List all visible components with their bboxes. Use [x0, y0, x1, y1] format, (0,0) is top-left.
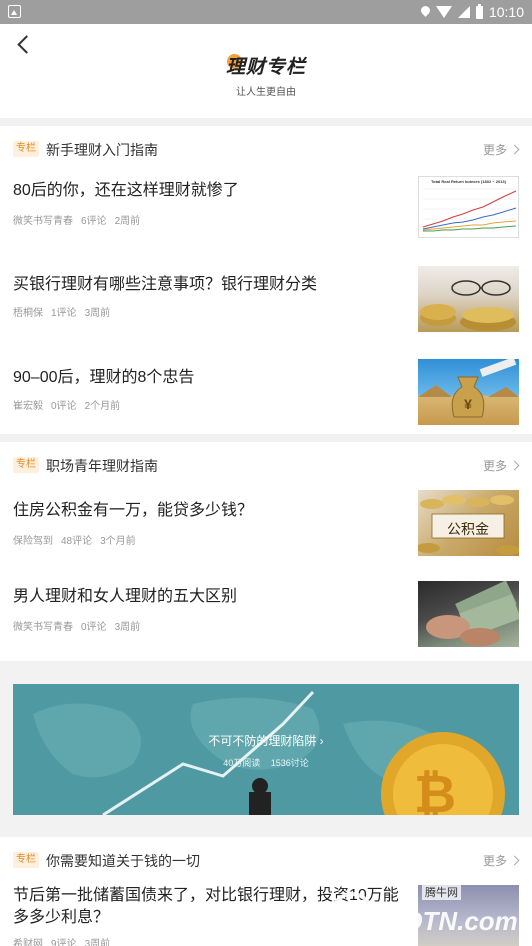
image-notification-icon [8, 5, 21, 18]
article-comments: 6评论 [81, 216, 107, 227]
signal-icon [457, 6, 470, 18]
article-title: 90–00后，理财的8个忠告 [13, 369, 195, 386]
watermark-brand: 腾牛网 [422, 884, 461, 900]
article-title: 住房公积金有一万，能贷多少钱？ [13, 502, 254, 519]
article-comments: 0评论 [51, 401, 77, 412]
svg-text:₿: ₿ [414, 766, 456, 815]
article-thumbnail-cash [418, 581, 519, 647]
section-title: 职场青年理财指南 [46, 458, 158, 474]
column-section-2: 专栏 职场青年理财指南 更多 住房公积金有一万，能贷多少钱？ 保险驾到 48评论… [0, 442, 532, 661]
article-meta: 保险驾到 48评论 3个月前 [13, 532, 136, 547]
page-subtitle: 让人生更自由 [236, 87, 296, 98]
article-item[interactable]: 男人理财和女人理财的五大区别 微笑书写青春 0评论 3周前 [0, 578, 532, 661]
article-title: 男人理财和女人理财的五大区别 [13, 588, 238, 605]
more-link[interactable]: 更多 [483, 457, 520, 474]
section-title: 你需要知道关于钱的一切 [46, 853, 200, 869]
article-thumbnail-housing-fund: 公积金 [418, 490, 519, 556]
banner-discussions: 1536讨论 [270, 758, 309, 768]
article-item[interactable]: 80后的你，还在这样理财就惨了 微笑书写青春 6评论 2周前 Total Rea… [0, 172, 532, 258]
article-item[interactable]: 买银行理财有哪些注意事项？银行理财分类 梧桐保 1评论 3周前 [0, 258, 532, 351]
page-header: 理财专栏 让人生更自由 [0, 24, 532, 118]
svg-text:¥: ¥ [464, 396, 472, 412]
section-title: 新手理财入门指南 [46, 142, 158, 158]
article-item[interactable]: 住房公积金有一万，能贷多少钱？ 保险驾到 48评论 3个月前 公积金 [0, 488, 532, 578]
article-title: 80后的你，还在这样理财就惨了 [13, 182, 239, 199]
article-thumbnail-money-bag: ¥ [418, 359, 519, 425]
location-icon [421, 6, 430, 18]
watermark-site: QQTN.com [382, 906, 518, 936]
article-time: 2个月前 [84, 401, 121, 412]
site-watermark: 腾牛网 QQTN.com [312, 876, 532, 946]
section-header: 专栏 职场青年理财指南 更多 [0, 442, 532, 488]
featured-banner[interactable]: ₿ 不可不防的理财陷阱 › 40万阅读 1536讨论 [13, 684, 519, 815]
wifi-icon [435, 6, 452, 18]
article-meta: 梧桐保 1评论 3周前 [13, 304, 110, 319]
more-link[interactable]: 更多 [483, 852, 520, 869]
article-thumbnail-coins [418, 266, 519, 332]
banner-title: 不可不防的理财陷阱 › [208, 734, 324, 748]
article-meta: 崔宏毅 0评论 2个月前 [13, 397, 120, 412]
article-item[interactable]: 90–00后，理财的8个忠告 崔宏毅 0评论 2个月前 ¥ [0, 351, 532, 434]
article-comments: 0评论 [81, 622, 107, 633]
article-meta: 微笑书写青春 0评论 3周前 [13, 618, 140, 633]
article-time: 3周前 [114, 622, 141, 633]
battery-icon [475, 3, 483, 19]
article-author: 保险驾到 [13, 536, 53, 547]
article-meta: 微笑书写青春 6评论 2周前 [13, 212, 140, 227]
column-section-1: 专栏 新手理财入门指南 更多 80后的你，还在这样理财就惨了 微笑书写青春 6评… [0, 126, 532, 434]
article-author: 微笑书写青春 [13, 622, 73, 633]
article-time: 3个月前 [100, 536, 136, 547]
article-comments: 1评论 [51, 308, 77, 319]
article-title: 买银行理财有哪些注意事项？银行理财分类 [13, 276, 318, 293]
article-author: 微笑书写青春 [13, 216, 73, 227]
thumbnail-label: 公积金 [447, 521, 489, 537]
more-link[interactable]: 更多 [483, 141, 520, 158]
article-comments: 9评论 [51, 939, 77, 946]
article-time: 3周前 [84, 939, 111, 946]
article-time: 2周前 [114, 216, 141, 227]
article-thumbnail-chart: Total Real Return Indexes (1802 ~ 2013) [418, 176, 519, 238]
column-tag: 专栏 [13, 852, 39, 868]
status-time: 10:10 [488, 4, 524, 20]
chevron-right-icon [509, 855, 520, 866]
section-header: 专栏 新手理财入门指南 更多 [0, 126, 532, 172]
article-author: 崔宏毅 [13, 401, 43, 412]
column-tag: 专栏 [13, 457, 39, 473]
chevron-right-icon [509, 144, 520, 155]
chevron-right-icon [509, 460, 520, 471]
banner-stats: 40万阅读 1536讨论 [13, 756, 519, 769]
status-bar: 10:10 [0, 0, 532, 24]
article-time: 3周前 [84, 308, 111, 319]
article-meta: 希财网 9评论 3周前 [13, 935, 110, 946]
article-author: 希财网 [13, 939, 43, 946]
article-comments: 48评论 [61, 536, 93, 547]
column-tag: 专栏 [13, 141, 39, 157]
article-author: 梧桐保 [13, 308, 43, 319]
banner-reads: 40万阅读 [223, 758, 261, 768]
page-title: 理财专栏 [225, 57, 306, 78]
